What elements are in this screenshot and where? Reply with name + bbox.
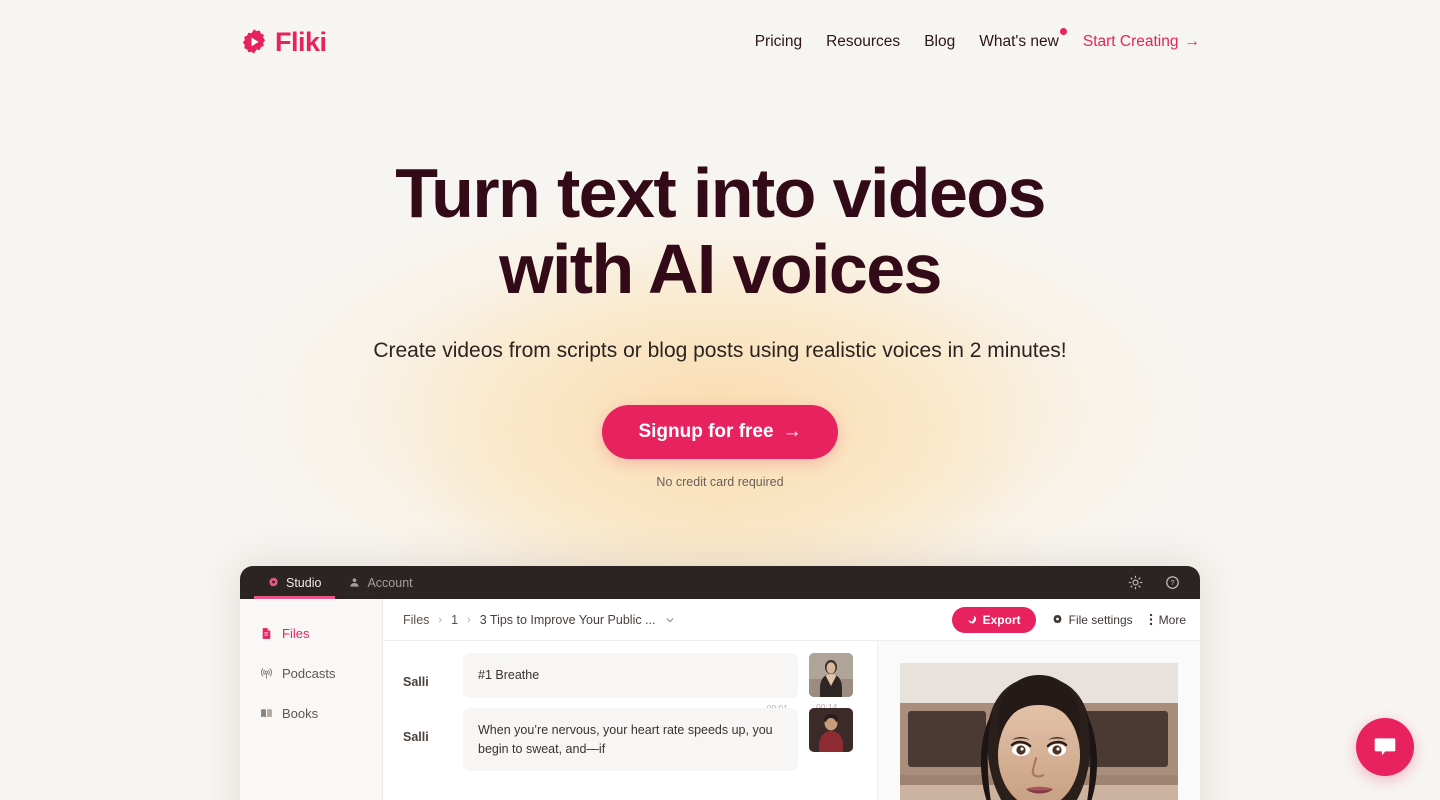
signup-for-free-button[interactable]: Signup for free → [602, 405, 838, 460]
scene-text[interactable]: #1 Breathe [463, 653, 798, 698]
scene-thumbnail-wrap[interactable]: 00:14 [809, 653, 869, 712]
app-tab-account[interactable]: Account [335, 566, 426, 599]
breadcrumb: Files › 1 › 3 Tips to Improve Your Publi… [403, 613, 675, 627]
scene-voice-name: Salli [403, 729, 429, 744]
app-topbar: Studio Account ? [240, 566, 1200, 599]
nav-item-resources[interactable]: Resources [826, 33, 900, 51]
start-creating-link[interactable]: Start Creating → [1083, 33, 1200, 51]
scene-row[interactable]: Salli When you’re nervous, your heart ra… [383, 707, 877, 772]
hero-subtitle: Create videos from scripts or blog posts… [373, 339, 1067, 363]
books-icon [260, 707, 273, 720]
video-preview-panel [878, 641, 1200, 800]
app-toolbar: Files › 1 › 3 Tips to Improve Your Publi… [383, 599, 1200, 641]
sidebar-item-files[interactable]: Files [260, 613, 382, 653]
headline-line-1: Turn text into videos [395, 154, 1046, 232]
signup-button-label: Signup for free [638, 421, 774, 443]
arrow-right-icon: → [1184, 33, 1201, 50]
theme-sun-icon[interactable] [1128, 575, 1143, 590]
app-topbar-actions: ? [1128, 575, 1186, 590]
breadcrumb-current-title: 3 Tips to Improve Your Public ... [479, 612, 656, 627]
scene-list: Salli #1 Breathe 00:01 [383, 641, 878, 800]
breadcrumb-root[interactable]: Files [403, 613, 429, 627]
more-button-label: More [1158, 612, 1186, 627]
help-question-icon[interactable]: ? [1165, 575, 1180, 590]
gear-icon [1052, 614, 1063, 625]
arrow-right-icon: → [782, 421, 802, 443]
sidebar-item-books[interactable]: Books [260, 693, 382, 733]
more-button[interactable]: More [1149, 613, 1186, 627]
editor-area: Salli #1 Breathe 00:01 [383, 641, 1200, 800]
primary-nav: Pricing Resources Blog What's new Start … [755, 28, 1200, 51]
scene-text[interactable]: When you’re nervous, your heart rate spe… [463, 707, 798, 772]
page-root: Fliki Pricing Resources Blog What's new … [0, 0, 1440, 800]
brand-name: Fliki [275, 26, 327, 57]
podcast-icon [260, 667, 273, 680]
app-tab-account-label: Account [367, 575, 413, 590]
notification-dot-icon [1059, 28, 1067, 35]
chevron-down-icon[interactable] [665, 615, 675, 625]
app-tab-studio-label: Studio [286, 575, 322, 590]
sidebar-item-podcasts-label: Podcasts [282, 665, 336, 681]
svg-text:?: ? [1171, 580, 1175, 587]
breadcrumb-separator: › [467, 613, 471, 626]
breadcrumb-separator: › [438, 613, 443, 626]
account-person-icon [349, 577, 360, 588]
fliki-play-gear-logo-icon [240, 28, 268, 56]
person-exercise-thumbnail[interactable] [809, 653, 853, 697]
brand-logo[interactable]: Fliki [240, 28, 327, 56]
scene-text-box[interactable]: When you’re nervous, your heart rate spe… [463, 707, 798, 772]
no-credit-card-note: No credit card required [656, 475, 784, 490]
app-body: Files Podcasts Books Files › 1 › 3 Tips … [240, 599, 1200, 800]
page-title: Turn text into videos with AI voices [340, 154, 1100, 308]
video-preview-woman-portrait[interactable] [900, 663, 1178, 800]
app-preview-window: Studio Account ? Files Podcasts Books Fi… [240, 566, 1200, 800]
studio-gear-icon [268, 577, 279, 588]
app-tab-studio[interactable]: Studio [254, 566, 336, 599]
nav-item-blog[interactable]: Blog [924, 33, 955, 51]
app-main: Files › 1 › 3 Tips to Improve Your Publi… [383, 599, 1200, 800]
file-icon [260, 627, 273, 640]
file-settings-label: File settings [1068, 612, 1133, 627]
scene-text-box[interactable]: #1 Breathe 00:01 [463, 653, 798, 713]
start-creating-label: Start Creating [1082, 33, 1179, 50]
sidebar-item-files-label: Files [282, 625, 310, 641]
dots-vertical-icon [1149, 613, 1153, 626]
rocket-icon [967, 615, 977, 625]
site-header: Fliki Pricing Resources Blog What's new … [0, 0, 1440, 84]
nav-item-pricing[interactable]: Pricing [755, 33, 802, 51]
sidebar-item-books-label: Books [282, 705, 319, 721]
chat-widget-button[interactable] [1356, 718, 1414, 776]
nav-item-whats-new[interactable]: What's new [979, 28, 1067, 51]
export-button-label: Export [982, 612, 1021, 627]
person-red-thumbnail[interactable] [809, 707, 853, 752]
hero-cta-group: Signup for free → No credit card require… [0, 405, 1440, 489]
chat-bubble-icon [1372, 734, 1398, 760]
file-settings-button[interactable]: File settings [1052, 613, 1133, 627]
app-toolbar-actions: Export File settings More [951, 606, 1186, 633]
sidebar-item-podcasts[interactable]: Podcasts [260, 653, 382, 693]
scene-thumbnail-wrap[interactable] [809, 707, 869, 752]
nav-item-whats-new-label: What's new [979, 33, 1059, 50]
scene-voice-name: Salli [403, 675, 429, 689]
export-button[interactable]: Export [951, 606, 1036, 633]
breadcrumb-level[interactable]: 1 [451, 613, 458, 627]
app-sidebar: Files Podcasts Books [240, 599, 383, 800]
hero-section: Turn text into videos with AI voices Cre… [0, 84, 1440, 489]
scene-row[interactable]: Salli #1 Breathe 00:01 [383, 653, 877, 713]
headline-line-2: with AI voices [499, 229, 942, 308]
